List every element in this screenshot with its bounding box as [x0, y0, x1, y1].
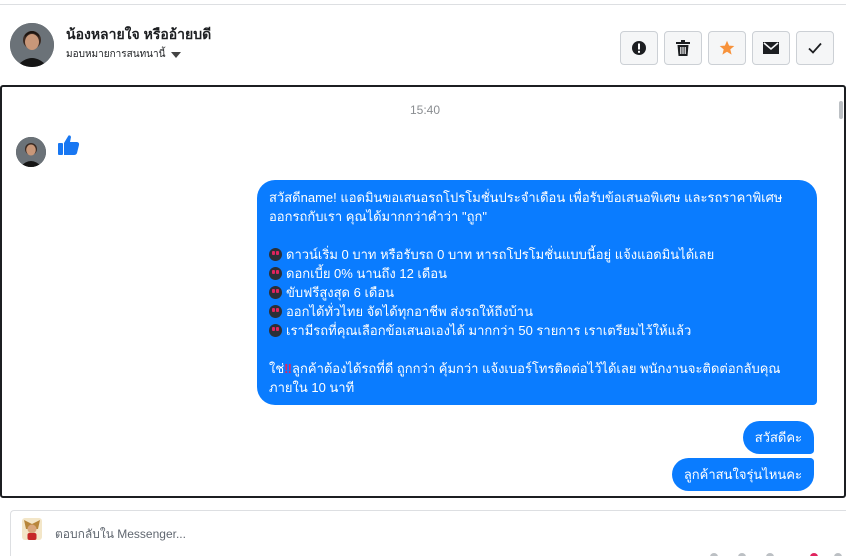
thumbs-up-icon	[57, 133, 81, 162]
emoji-icon	[269, 305, 282, 318]
promo-bullet: ดาวน์เริ่ม 0 บาท หรือรับรถ 0 บาท หารถโปร…	[269, 245, 805, 264]
exclamation-icon	[632, 41, 646, 55]
assign-label: มอบหมายการสนทนานี้	[66, 49, 166, 60]
outgoing-message[interactable]: สวัสดีคะ	[742, 421, 814, 454]
mark-spam-button[interactable]	[620, 31, 658, 65]
promo-bullet: ออกได้ทั่วไทย จัดได้ทุกอาชีพ ส่งรถให้ถึง…	[269, 302, 805, 321]
emoji-icon	[269, 267, 282, 280]
caret-down-icon	[171, 51, 182, 58]
contact-avatar-small	[16, 137, 46, 167]
delete-button[interactable]	[664, 31, 702, 65]
conversation-header: น้องหลายใจ หรืออ้ายบดี มอบหมายการสนทนานี…	[0, 5, 846, 85]
emoji-icon	[269, 324, 282, 337]
outgoing-promo-message[interactable]: สวัสดีname! แอดมินขอเสนอรถโปรโมชั่นประจำ…	[257, 180, 817, 405]
emoji-icon	[269, 248, 282, 261]
message-timestamp: 15:40	[409, 103, 441, 117]
outgoing-message[interactable]: ลูกค้าสนใจรุ่นไหนคะ	[671, 458, 814, 491]
contact-name[interactable]: น้องหลายใจ หรืออ้ายบดี	[66, 24, 211, 46]
envelope-icon	[763, 42, 779, 54]
trash-icon	[676, 40, 690, 56]
composer-toolbar-icons[interactable]	[706, 551, 846, 556]
spacer-line	[269, 226, 805, 245]
check-icon	[808, 42, 822, 54]
promo-bullet: ดอกเบี้ย 0% นานถึง 12 เดือน	[269, 264, 805, 283]
promo-intro: สวัสดีname! แอดมินขอเสนอรถโปรโมชั่นประจำ…	[269, 190, 783, 224]
mark-unread-button[interactable]	[752, 31, 790, 65]
contact-avatar[interactable]	[10, 23, 54, 67]
reply-composer[interactable]: ตอบกลับใน Messenger...	[10, 510, 846, 556]
star-icon	[719, 40, 735, 55]
header-actions	[620, 31, 834, 65]
emoji-icon	[269, 286, 282, 299]
assign-conversation-dropdown[interactable]: มอบหมายการสนทนานี้	[66, 47, 182, 62]
done-button[interactable]	[796, 31, 834, 65]
promo-bullet: ขับฟรีสูงสุด 6 เดือน	[269, 283, 805, 302]
page-avatar	[20, 517, 44, 541]
promo-bullet: เรามีรถที่คุณเลือกข้อเสนอเองได้ มากกว่า …	[269, 321, 805, 340]
promo-closing: ใช่‼ลูกค้าต้องได้รถที่ดี ถูกกว่า คุ้มกว่…	[269, 361, 781, 395]
double-exclamation-icon: ‼	[284, 361, 293, 376]
conversation-thread[interactable]: 15:40 สวัสดีname! แอดมินขอเสนอรถโปรโมชั่…	[0, 85, 846, 498]
star-button[interactable]	[708, 31, 746, 65]
reply-input[interactable]: ตอบกลับใน Messenger...	[55, 525, 186, 544]
spacer-line	[269, 340, 805, 359]
